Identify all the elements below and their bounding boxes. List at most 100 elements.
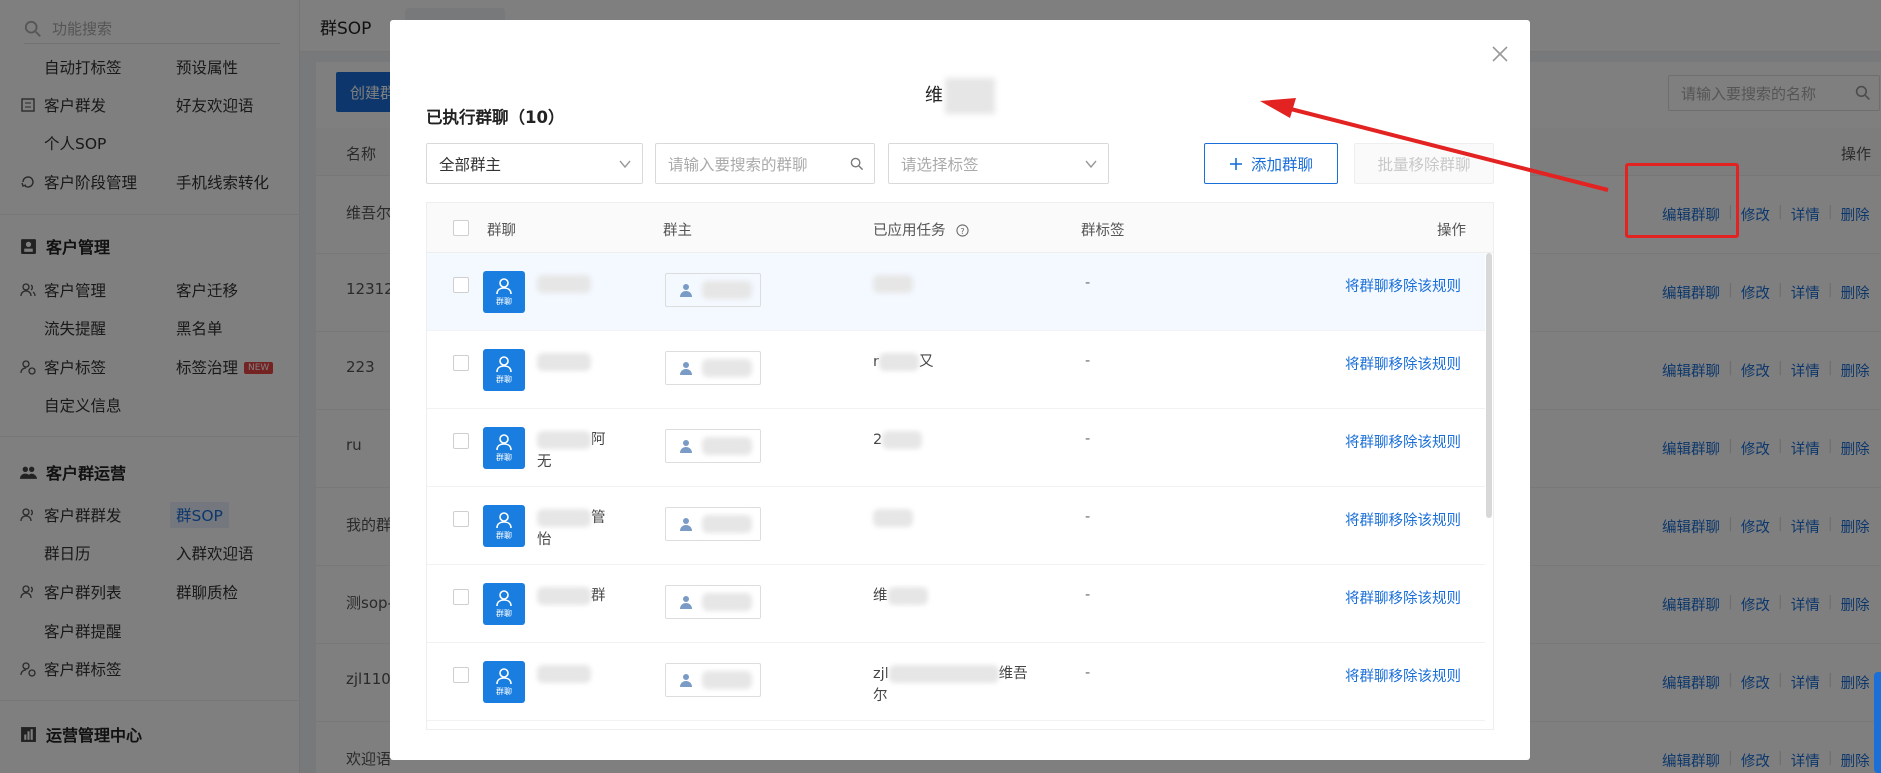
table-row: 群聊 r 又 - 将群聊移除该规则: [427, 331, 1485, 409]
group-chat-icon: 群聊: [483, 661, 525, 703]
group-name-text: 无: [537, 454, 552, 470]
task-text: 尔: [873, 688, 888, 704]
table-scrollbar[interactable]: [1486, 253, 1492, 518]
col-task: 已应用任务 ?: [873, 219, 969, 240]
select-all-checkbox[interactable]: [453, 220, 469, 236]
remove-from-rule-link[interactable]: 将群聊移除该规则: [1345, 431, 1461, 452]
group-tag: -: [1085, 353, 1091, 369]
row-checkbox[interactable]: [453, 355, 469, 371]
group-chat-icon-label: 群聊: [496, 687, 512, 696]
redacted-block: [887, 587, 928, 605]
group-chat-icon: 群聊: [483, 583, 525, 625]
remove-from-rule-link[interactable]: 将群聊移除该规则: [1345, 587, 1461, 608]
group-name[interactable]: 管怡: [537, 507, 637, 551]
remove-from-rule-link[interactable]: 将群聊移除该规则: [1345, 509, 1461, 530]
group-tag: -: [1085, 509, 1091, 525]
tag-select[interactable]: 请选择标签: [888, 143, 1109, 184]
table-row: 群聊 - 将群聊移除该规则: [427, 253, 1485, 331]
user-icon: [680, 596, 692, 609]
owner-select-value: 全部群主: [439, 155, 502, 174]
redacted-block: [873, 509, 913, 527]
executed-groups-dialog: 维 已执行群聊（10） 全部群主 请输入要搜索的群聊 请选择标签 添加群聊 批量…: [390, 20, 1530, 760]
row-checkbox[interactable]: [453, 667, 469, 683]
svg-text:?: ?: [960, 226, 964, 236]
dialog-title-text: 维: [925, 85, 943, 106]
col-chat: 群聊: [487, 223, 516, 239]
owner-chip: [665, 507, 761, 541]
redacted-block: [888, 665, 999, 683]
group-chat-icon-label: 群聊: [496, 609, 512, 618]
side-float-tab[interactable]: [1874, 672, 1881, 773]
remove-from-rule-link[interactable]: 将群聊移除该规则: [1345, 665, 1461, 686]
group-tag: -: [1085, 431, 1091, 447]
group-name-text: 群: [591, 588, 606, 604]
owner-chip: [665, 273, 761, 307]
remove-from-rule-link[interactable]: 将群聊移除该规则: [1345, 353, 1461, 374]
task-text: 维吾: [998, 666, 1028, 682]
group-name[interactable]: [537, 663, 637, 685]
owner-chip: [665, 663, 761, 697]
groups-table: 群聊 群主 已应用任务 ? 群标签 操作 群聊 - 将群聊移除该规则 群聊 r 又 - 将群聊…: [426, 202, 1494, 730]
remove-from-rule-link[interactable]: 将群聊移除该规则: [1345, 275, 1461, 296]
row-checkbox[interactable]: [453, 277, 469, 293]
applied-task: [873, 507, 1053, 529]
group-chat-icon-label: 群聊: [496, 453, 512, 462]
group-name[interactable]: 阿无: [537, 429, 637, 473]
add-group-label: 添加群聊: [1250, 155, 1313, 174]
group-name[interactable]: [537, 273, 637, 295]
col-operation: 操作: [1437, 223, 1466, 239]
table-row: 群聊 zjl 维吾尔 - 将群聊移除该规则: [427, 643, 1485, 721]
group-tag: -: [1085, 275, 1091, 291]
applied-task: 维: [873, 585, 1053, 607]
task-text: zjl: [873, 666, 889, 682]
redacted-block: [702, 359, 752, 377]
table-row: 群聊 群 维 - 将群聊移除该规则: [427, 565, 1485, 643]
group-chat-icon: 群聊: [483, 427, 525, 469]
owner-select[interactable]: 全部群主: [426, 143, 643, 184]
row-checkbox[interactable]: [453, 433, 469, 449]
table-row: 群聊 阿无 2 - 将群聊移除该规则: [427, 409, 1485, 487]
group-search-placeholder: 请输入要搜索的群聊: [668, 155, 808, 174]
add-group-button[interactable]: 添加群聊: [1204, 143, 1338, 184]
owner-chip: [665, 351, 761, 385]
help-icon[interactable]: ?: [956, 224, 969, 237]
chevron-down-icon: [619, 160, 631, 169]
redacted-block: [537, 665, 591, 683]
user-icon: [680, 362, 692, 375]
redacted-block: [537, 275, 591, 293]
user-icon: [680, 674, 692, 687]
group-chat-icon-label: 群聊: [496, 531, 512, 540]
row-checkbox[interactable]: [453, 589, 469, 605]
owner-chip: [665, 585, 761, 619]
redacted-block: [702, 515, 752, 533]
redacted-block: [873, 275, 913, 293]
group-chat-icon: 群聊: [483, 349, 525, 391]
row-checkbox[interactable]: [453, 511, 469, 527]
task-text: 维: [873, 588, 888, 604]
group-name[interactable]: [537, 351, 637, 373]
group-chat-icon-label: 群聊: [496, 297, 512, 306]
redacted-block: [878, 353, 919, 371]
search-icon: [850, 157, 864, 171]
group-chat-icon: 群聊: [483, 271, 525, 313]
redacted-block: [537, 431, 591, 449]
batch-remove-button[interactable]: 批量移除群聊: [1354, 143, 1494, 184]
group-chat-icon: 群聊: [483, 505, 525, 547]
applied-task: zjl 维吾尔: [873, 663, 1053, 707]
applied-task: [873, 273, 1053, 295]
user-icon: [496, 278, 512, 295]
group-chat-icon-label: 群聊: [496, 375, 512, 384]
user-icon: [496, 434, 512, 451]
executed-groups-heading: 已执行群聊（10）: [426, 108, 565, 127]
close-icon[interactable]: [1488, 42, 1512, 66]
annotation-highlight-box: [1625, 163, 1739, 238]
redacted-block: [537, 353, 591, 371]
redacted-block: [702, 281, 752, 299]
applied-task: r又: [873, 351, 1053, 373]
group-tag: -: [1085, 587, 1091, 603]
table-row: 群聊 管怡 - 将群聊移除该规则: [427, 487, 1485, 565]
task-text: 2: [873, 432, 883, 448]
redacted-block: [702, 671, 752, 689]
group-name[interactable]: 群: [537, 585, 637, 607]
group-search-input[interactable]: 请输入要搜索的群聊: [655, 143, 875, 184]
